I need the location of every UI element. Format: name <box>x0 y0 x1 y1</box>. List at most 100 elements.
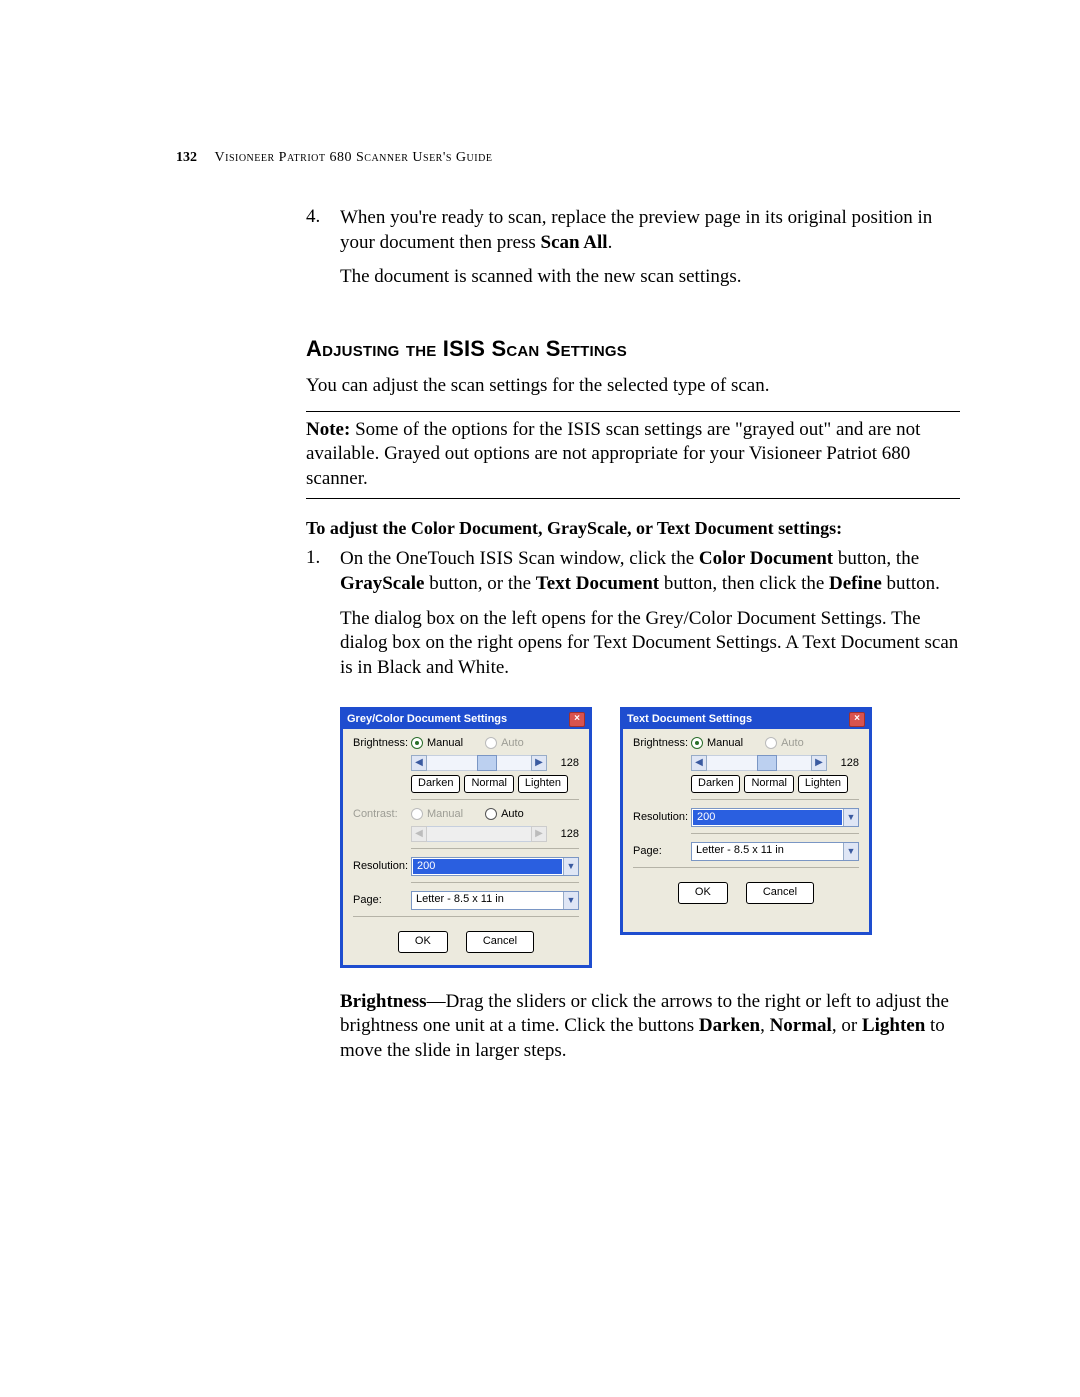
section-heading: Adjusting the ISIS Scan Settings <box>306 336 960 362</box>
step-4-number: 4. <box>306 206 340 300</box>
page-select[interactable]: Letter - 8.5 x 11 in ▼ <box>411 891 579 910</box>
body-column: 4. When you're ready to scan, replace th… <box>306 206 960 1064</box>
arrow-right-icon: ▶ <box>531 826 547 842</box>
step-1-para1: On the OneTouch ISIS Scan window, click … <box>340 547 960 596</box>
note-block: Note: Some of the options for the ISIS s… <box>306 411 960 499</box>
arrow-right-icon[interactable]: ▶ <box>811 755 827 771</box>
page-select[interactable]: Letter - 8.5 x 11 in ▼ <box>691 842 859 861</box>
chevron-down-icon[interactable]: ▼ <box>563 858 578 875</box>
page-number: 132 <box>176 150 197 165</box>
dialog-screenshots: Grey/Color Document Settings × Brightnes… <box>340 707 960 968</box>
radio-label: Manual <box>427 808 463 820</box>
step-4-line1: When you're ready to scan, replace the p… <box>340 206 960 255</box>
step-4: 4. When you're ready to scan, replace th… <box>306 206 960 300</box>
brightness-value: 128 <box>835 757 859 769</box>
radio-label: Manual <box>707 737 743 749</box>
brightness-slider[interactable] <box>707 755 811 771</box>
bold: Define <box>829 573 882 594</box>
dialog-titlebar[interactable]: Grey/Color Document Settings × <box>343 710 589 729</box>
grey-color-dialog: Grey/Color Document Settings × Brightnes… <box>340 707 592 968</box>
close-icon[interactable]: × <box>849 712 865 727</box>
radio-label: Auto <box>501 737 524 749</box>
brightness-label: Brightness: <box>353 737 411 749</box>
guide-title: Visioneer Patriot 680 Scanner User's Gui… <box>215 150 493 165</box>
bold: Darken <box>699 1015 760 1036</box>
chevron-down-icon[interactable]: ▼ <box>843 843 858 860</box>
chevron-down-icon[interactable]: ▼ <box>843 809 858 826</box>
radio-label: Auto <box>781 737 804 749</box>
dialog-titlebar[interactable]: Text Document Settings × <box>623 710 869 729</box>
darken-button[interactable]: Darken <box>411 775 460 793</box>
resolution-value: 200 <box>693 810 842 825</box>
contrast-value: 128 <box>555 828 579 840</box>
contrast-manual-radio: Manual <box>411 808 463 820</box>
text-document-dialog: Text Document Settings × Brightness: Man… <box>620 707 872 935</box>
chevron-down-icon[interactable]: ▼ <box>563 892 578 909</box>
page-value: Letter - 8.5 x 11 in <box>692 843 843 860</box>
brightness-value: 128 <box>555 757 579 769</box>
resolution-value: 200 <box>413 859 562 874</box>
subheading: To adjust the Color Document, GrayScale,… <box>306 517 960 540</box>
close-icon[interactable]: × <box>569 712 585 727</box>
bold: Color Document <box>699 548 833 569</box>
intro-paragraph: You can adjust the scan settings for the… <box>306 374 960 399</box>
lighten-button[interactable]: Lighten <box>518 775 568 793</box>
page: 132 Visioneer Patriot 680 Scanner User's… <box>0 0 1080 1170</box>
text: button, then click the <box>659 573 829 594</box>
contrast-slider <box>427 826 531 842</box>
step-1-number: 1. <box>306 547 340 690</box>
ok-button[interactable]: OK <box>398 931 448 953</box>
text: , or <box>832 1015 862 1036</box>
step-1: 1. On the OneTouch ISIS Scan window, cli… <box>306 547 960 690</box>
resolution-label: Resolution: <box>353 860 411 872</box>
manual-radio[interactable]: Manual <box>411 737 463 749</box>
bold: Text Document <box>536 573 659 594</box>
brightness-slider[interactable] <box>427 755 531 771</box>
running-header: 132 Visioneer Patriot 680 Scanner User's… <box>176 150 960 166</box>
text: , <box>760 1015 770 1036</box>
bold: Lighten <box>862 1015 925 1036</box>
resolution-select[interactable]: 200 ▼ <box>691 808 859 827</box>
slider-thumb[interactable] <box>477 755 497 771</box>
text: button, the <box>833 548 919 569</box>
page-value: Letter - 8.5 x 11 in <box>412 892 563 909</box>
normal-button[interactable]: Normal <box>464 775 513 793</box>
manual-radio[interactable]: Manual <box>691 737 743 749</box>
radio-label: Manual <box>427 737 463 749</box>
arrow-right-icon[interactable]: ▶ <box>531 755 547 771</box>
brightness-paragraph: Brightness—Drag the sliders or click the… <box>340 990 960 1064</box>
page-label: Page: <box>353 894 411 906</box>
contrast-label: Contrast: <box>353 808 411 820</box>
bold: Brightness <box>340 991 427 1012</box>
lighten-button[interactable]: Lighten <box>798 775 848 793</box>
bold: GrayScale <box>340 573 424 594</box>
arrow-left-icon[interactable]: ◀ <box>411 755 427 771</box>
bold: Normal <box>770 1015 832 1036</box>
arrow-left-icon[interactable]: ◀ <box>691 755 707 771</box>
auto-radio: Auto <box>485 737 524 749</box>
step-4-line2: The document is scanned with the new sca… <box>340 265 960 290</box>
darken-button[interactable]: Darken <box>691 775 740 793</box>
scan-all-bold: Scan All <box>541 232 608 253</box>
normal-button[interactable]: Normal <box>744 775 793 793</box>
dialog-title: Text Document Settings <box>627 713 752 725</box>
step-1-para2: The dialog box on the left opens for the… <box>340 607 960 681</box>
auto-radio: Auto <box>765 737 804 749</box>
cancel-button[interactable]: Cancel <box>746 882 814 904</box>
note-label: Note: <box>306 419 350 440</box>
arrow-left-icon: ◀ <box>411 826 427 842</box>
dialog-title: Grey/Color Document Settings <box>347 713 507 725</box>
ok-button[interactable]: OK <box>678 882 728 904</box>
text: On the OneTouch ISIS Scan window, click … <box>340 548 699 569</box>
resolution-label: Resolution: <box>633 811 691 823</box>
text: button, or the <box>424 573 535 594</box>
cancel-button[interactable]: Cancel <box>466 931 534 953</box>
contrast-auto-radio[interactable]: Auto <box>485 808 524 820</box>
text: When you're ready to scan, replace the p… <box>340 207 932 253</box>
text: button. <box>882 573 940 594</box>
resolution-select[interactable]: 200 ▼ <box>411 857 579 876</box>
note-body: Some of the options for the ISIS scan se… <box>306 419 920 489</box>
page-label: Page: <box>633 845 691 857</box>
text: . <box>608 232 613 253</box>
slider-thumb[interactable] <box>757 755 777 771</box>
